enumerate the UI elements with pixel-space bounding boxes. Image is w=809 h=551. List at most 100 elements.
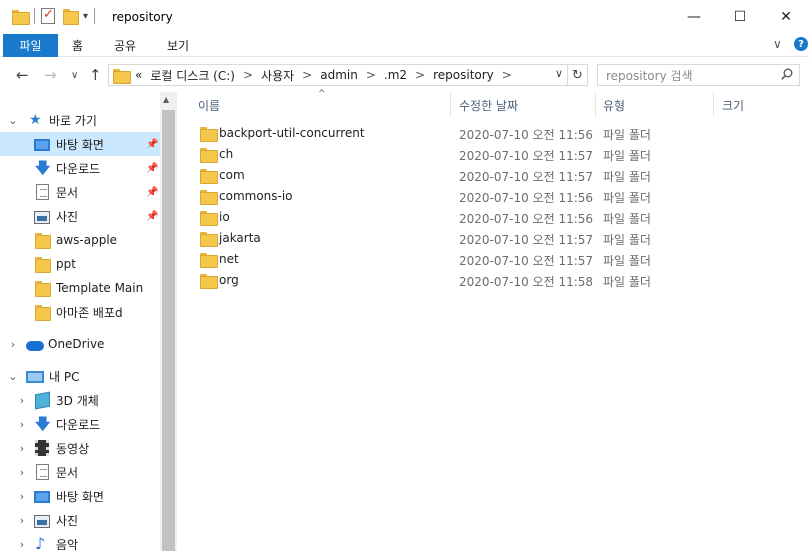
document-icon <box>36 184 49 200</box>
sidebar-item-3d-objects[interactable]: › 3D 개체 <box>0 388 160 412</box>
divider <box>34 8 35 24</box>
chevron-right-icon[interactable]: › <box>16 538 28 551</box>
new-folder-icon[interactable] <box>63 9 79 25</box>
folder-icon <box>200 232 218 247</box>
breadcrumb-separator[interactable]: > <box>302 68 312 82</box>
chevron-right-icon[interactable]: › <box>7 338 19 351</box>
tab-view[interactable]: 보기 <box>167 37 189 54</box>
close-button[interactable]: ✕ <box>763 0 809 33</box>
minimize-button[interactable]: — <box>671 0 717 33</box>
sidebar-item-music[interactable]: › ♪ 음악 <box>0 532 160 551</box>
address-bar[interactable]: « 로컬 디스크 (C:) > 사용자 > admin > .m2 > repo… <box>108 64 588 86</box>
sidebar-item-desktop[interactable]: 바탕 화면 📌 <box>0 132 160 156</box>
forward-button[interactable]: → <box>44 66 57 84</box>
sidebar-item-label: 사진 <box>56 209 79 224</box>
file-date: 2020-07-10 오전 11:57 <box>459 233 594 247</box>
sidebar-item-template-main[interactable]: Template Main <box>0 276 160 300</box>
breadcrumb-separator[interactable]: > <box>415 68 425 82</box>
navigation-pane: ⌄ ★ 바로 가기 바탕 화면 📌 🡇 다운로드 📌 문서 📌 사진 📌 aws… <box>0 92 160 551</box>
sidebar-item-documents[interactable]: 문서 📌 <box>0 180 160 204</box>
breadcrumb-separator[interactable]: > <box>366 68 376 82</box>
sidebar-item-label: Template Main <box>56 281 144 295</box>
column-header-size[interactable]: 크기 <box>722 97 744 114</box>
breadcrumb-overflow[interactable]: « <box>135 68 142 82</box>
chevron-right-icon[interactable]: › <box>16 418 28 431</box>
column-header-date[interactable]: 수정한 날짜 <box>459 97 518 114</box>
breadcrumb-users[interactable]: 사용자 <box>261 67 294 84</box>
file-row[interactable]: com 2020-07-10 오전 11:57 파일 폴더 <box>197 165 697 186</box>
file-date: 2020-07-10 오전 11:58 <box>459 275 594 289</box>
chevron-right-icon[interactable]: › <box>16 466 28 479</box>
pin-icon[interactable]: 📌 <box>146 211 158 222</box>
tab-file[interactable]: 파일 <box>3 34 58 57</box>
search-input[interactable]: repository 검색 <box>597 64 800 86</box>
column-divider[interactable] <box>595 92 596 117</box>
folder-icon <box>35 257 51 273</box>
scroll-up-icon[interactable]: ▲ <box>163 95 169 104</box>
tab-home[interactable]: 홈 <box>72 37 83 54</box>
breadcrumb-local-disk[interactable]: 로컬 디스크 (C:) <box>150 67 235 84</box>
sidebar-item-pictures[interactable]: 사진 📌 <box>0 204 160 228</box>
search-icon[interactable] <box>781 68 793 80</box>
file-row[interactable]: jakarta 2020-07-10 오전 11:57 파일 폴더 <box>197 228 697 249</box>
chevron-right-icon[interactable]: › <box>16 514 28 527</box>
breadcrumb-admin[interactable]: admin <box>320 68 358 82</box>
address-dropdown-icon[interactable]: ∨ <box>555 67 563 80</box>
file-row[interactable]: commons-io 2020-07-10 오전 11:56 파일 폴더 <box>197 186 697 207</box>
sidebar-item-label: 내 PC <box>49 369 80 384</box>
folder-icon <box>200 127 218 142</box>
pin-icon[interactable]: 📌 <box>146 163 158 174</box>
sidebar-item-this-pc[interactable]: ⌄ 내 PC <box>0 364 160 388</box>
tab-share[interactable]: 공유 <box>114 37 136 54</box>
file-list: ^ 이름 수정한 날짜 유형 크기 backport-util-concurre… <box>177 89 809 551</box>
column-header-name[interactable]: 이름 <box>198 97 220 114</box>
sidebar-item-videos[interactable]: › 동영상 <box>0 436 160 460</box>
chevron-right-icon[interactable]: › <box>16 490 28 503</box>
window-title: repository <box>112 10 173 24</box>
file-row[interactable]: org 2020-07-10 오전 11:58 파일 폴더 <box>197 270 697 291</box>
pin-icon[interactable]: 📌 <box>146 139 158 150</box>
sidebar-scrollbar-thumb[interactable] <box>162 110 175 551</box>
sidebar-item-pc-desktop[interactable]: › 바탕 화면 <box>0 484 160 508</box>
sidebar-item-pc-documents[interactable]: › 문서 <box>0 460 160 484</box>
file-type: 파일 폴더 <box>603 170 651 184</box>
column-header-type[interactable]: 유형 <box>603 97 625 114</box>
breadcrumb-repository[interactable]: repository <box>433 68 494 82</box>
refresh-button[interactable]: ↻ <box>567 65 587 85</box>
help-icon[interactable]: ? <box>794 37 808 51</box>
file-row[interactable]: backport-util-concurrent 2020-07-10 오전 1… <box>197 123 697 144</box>
breadcrumb-m2[interactable]: .m2 <box>384 68 407 82</box>
customize-dropdown-icon[interactable]: ▾ <box>83 11 88 22</box>
chevron-right-icon[interactable]: › <box>16 442 28 455</box>
chevron-down-icon[interactable]: ⌄ <box>7 114 19 127</box>
recent-locations-button[interactable]: ∨ <box>71 70 78 81</box>
sidebar-item-label: 동영상 <box>56 441 90 456</box>
maximize-button[interactable]: ☐ <box>717 0 763 33</box>
breadcrumb-separator[interactable]: > <box>502 68 512 82</box>
column-divider[interactable] <box>450 92 451 117</box>
file-row[interactable]: net 2020-07-10 오전 11:57 파일 폴더 <box>197 249 697 270</box>
ribbon-expand-icon[interactable]: ∨ <box>773 37 782 51</box>
up-button[interactable]: ↑ <box>89 66 102 84</box>
cube-icon <box>35 391 50 409</box>
file-date: 2020-07-10 오전 11:57 <box>459 149 594 163</box>
column-divider[interactable] <box>713 92 714 117</box>
chevron-right-icon[interactable]: › <box>16 394 28 407</box>
back-button[interactable]: ← <box>16 66 29 84</box>
chevron-down-icon[interactable]: ⌄ <box>7 370 19 383</box>
sidebar-item-label: 문서 <box>56 465 79 480</box>
file-type: 파일 폴더 <box>603 254 651 268</box>
sidebar-item-downloads[interactable]: 🡇 다운로드 📌 <box>0 156 160 180</box>
sidebar-item-pc-downloads[interactable]: › 🡇 다운로드 <box>0 412 160 436</box>
sidebar-item-amazon-deploy[interactable]: 아마존 배포d <box>0 300 160 324</box>
sidebar-item-ppt[interactable]: ppt <box>0 252 160 276</box>
file-row[interactable]: ch 2020-07-10 오전 11:57 파일 폴더 <box>197 144 697 165</box>
sidebar-item-pc-pictures[interactable]: › 사진 <box>0 508 160 532</box>
pin-icon[interactable]: 📌 <box>146 187 158 198</box>
sidebar-item-quick-access[interactable]: ⌄ ★ 바로 가기 <box>0 108 160 132</box>
breadcrumb-separator[interactable]: > <box>243 68 253 82</box>
file-row[interactable]: io 2020-07-10 오전 11:56 파일 폴더 <box>197 207 697 228</box>
properties-icon[interactable] <box>41 7 55 24</box>
sidebar-item-aws-apple[interactable]: aws-apple <box>0 228 160 252</box>
sidebar-item-onedrive[interactable]: › OneDrive <box>0 332 160 356</box>
